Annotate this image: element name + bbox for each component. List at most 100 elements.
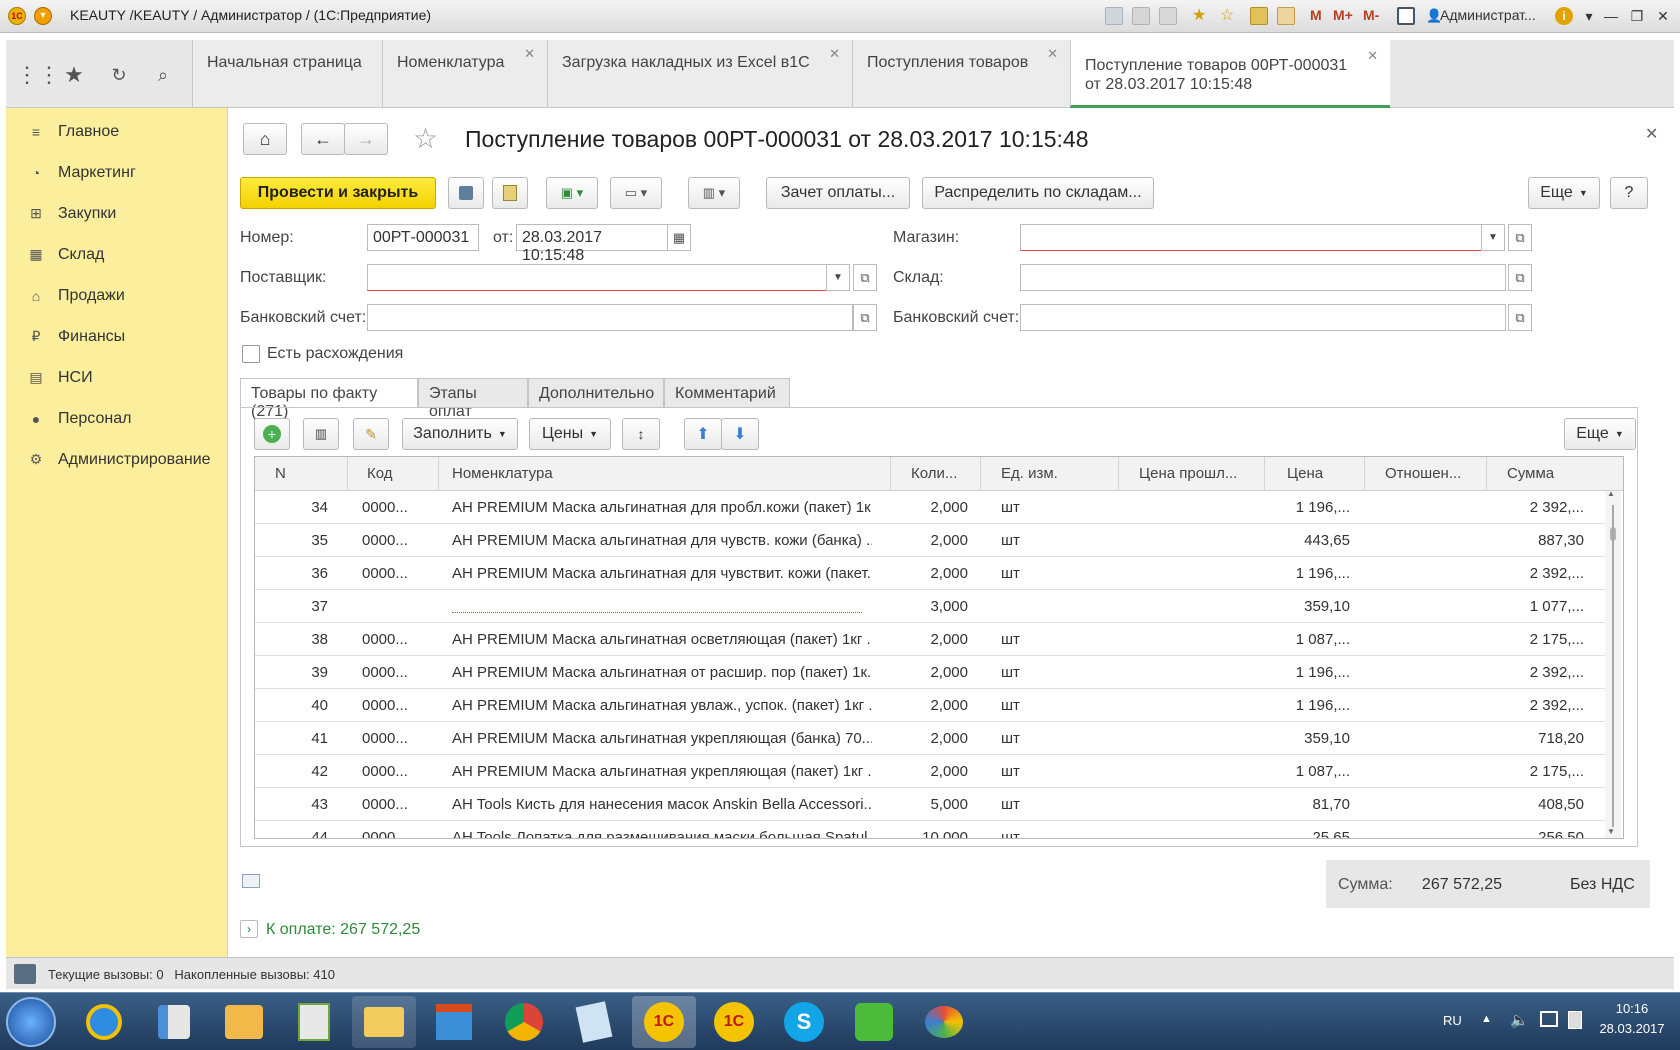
supplier-field[interactable] — [367, 264, 827, 291]
1c-taskbar-icon[interactable]: 1С — [632, 996, 696, 1048]
move-up-button[interactable]: ⬆ — [684, 418, 722, 450]
ie-taskbar-icon[interactable] — [72, 996, 136, 1048]
number-field[interactable]: 00РТ-000031 — [367, 224, 479, 251]
memory-m-icon[interactable]: M — [1310, 7, 1322, 23]
column-header-price[interactable]: Цена — [1265, 457, 1365, 491]
memory-plus-icon[interactable]: M+ — [1333, 7, 1353, 23]
tab-close-icon[interactable]: ✕ — [829, 46, 840, 62]
restore-icon[interactable]: ❐ — [1626, 6, 1648, 26]
tab-goods-receipt-doc[interactable]: Поступление товаров 00РТ-000031 от 28.03… — [1070, 40, 1390, 108]
table-scrollbar[interactable]: ▲ ▼ — [1605, 489, 1621, 838]
media-player-taskbar-icon[interactable] — [142, 996, 206, 1048]
favorites-star-icon[interactable]: ★ — [61, 62, 87, 88]
minimize-icon[interactable]: — — [1600, 6, 1622, 26]
sidebar-item-finance[interactable]: ₽ Финансы — [6, 316, 228, 357]
paint-taskbar-icon[interactable] — [912, 996, 976, 1048]
volume-icon[interactable]: 🔈 — [1510, 1011, 1529, 1029]
tab-additional[interactable]: Дополнительно — [528, 378, 664, 408]
history-icon[interactable]: ↻ — [106, 62, 132, 88]
table-more-button[interactable]: Еще ▼ — [1564, 418, 1636, 450]
home-button[interactable]: ⌂ — [243, 123, 287, 155]
close-form-icon[interactable]: ✕ — [1645, 124, 1658, 144]
skype-taskbar-icon[interactable]: S — [772, 996, 836, 1048]
calendar-picker-icon[interactable]: ▦ — [667, 224, 691, 251]
sidebar-item-purchases[interactable]: ⊞ Закупки — [6, 193, 228, 234]
tab-nomenclature[interactable]: Номенклатура ✕ — [382, 40, 547, 107]
column-header-n[interactable]: N — [255, 457, 348, 491]
panels-icon[interactable] — [1397, 7, 1415, 25]
bank-account-2-open-icon[interactable]: ⧉ — [1508, 304, 1532, 331]
expand-payment-icon[interactable]: › — [240, 920, 258, 938]
print-button[interactable]: ▭ ▾ — [610, 177, 662, 209]
info-icon[interactable]: i — [1555, 7, 1573, 25]
table-row[interactable]: 36 0000... AH PREMIUM Маска альгинатная дл… — [255, 557, 1605, 590]
calculator-icon[interactable] — [1250, 7, 1268, 25]
excel-edit-taskbar-icon[interactable] — [282, 996, 346, 1048]
tab-excel-import[interactable]: Загрузка накладных из Excel в1С ✕ — [547, 40, 852, 107]
fill-button[interactable]: Заполнить ▼ — [402, 418, 518, 450]
favorites-add-icon[interactable]: ★ — [1192, 7, 1210, 25]
scroll-up-icon[interactable]: ▲ — [1607, 489, 1615, 498]
prices-button[interactable]: Цены ▼ — [529, 418, 611, 450]
sidebar-item-warehouse[interactable]: ▦ Склад — [6, 234, 228, 275]
bank-account-open-icon[interactable]: ⧉ — [853, 304, 877, 331]
to-pay-link[interactable]: К оплате: 267 572,25 — [266, 921, 420, 939]
column-header-code[interactable]: Код — [348, 457, 439, 491]
back-button[interactable]: ← — [301, 123, 345, 155]
move-down-button[interactable]: ⬇ — [721, 418, 759, 450]
tab-close-icon[interactable]: ✕ — [524, 46, 535, 62]
connection-monitor-icon[interactable] — [14, 964, 36, 984]
save-button[interactable] — [448, 177, 484, 209]
clock-date[interactable]: 28.03.2017 — [1596, 1021, 1668, 1036]
column-header-nomenclature[interactable]: Номенклатура — [439, 457, 891, 491]
table-row[interactable]: 35 0000... AH PREMIUM Маска альгинатная дл… — [255, 524, 1605, 557]
current-user[interactable]: Администрат... — [1440, 7, 1536, 23]
post-and-close-button[interactable]: Провести и закрыть — [240, 177, 436, 209]
table-row[interactable]: 37 3,000 359,10 1 077,... — [255, 590, 1605, 623]
save-icon[interactable] — [1105, 7, 1123, 25]
table-row[interactable]: 39 0000... AH PREMIUM Маска альгинатная от… — [255, 656, 1605, 689]
search-icon[interactable]: ⌕ — [150, 62, 176, 88]
sidebar-item-personnel[interactable]: ● Персонал — [6, 398, 228, 439]
sidebar-item-main[interactable]: ≡ Главное — [6, 111, 228, 152]
add-row-button[interactable]: + — [254, 418, 290, 450]
tab-goods-receipts[interactable]: Поступления товаров ✕ — [852, 40, 1070, 107]
edit-button[interactable]: ✎ — [353, 418, 389, 450]
favorite-star-icon[interactable]: ☆ — [413, 122, 438, 155]
agent-taskbar-icon[interactable] — [842, 996, 906, 1048]
info-dropdown-icon[interactable]: ▾ — [1578, 6, 1600, 26]
chrome-taskbar-icon[interactable] — [492, 996, 556, 1048]
calendar-icon[interactable] — [1277, 7, 1295, 25]
network-icon[interactable] — [1540, 1011, 1558, 1027]
sidebar-item-marketing[interactable]: ◔ Маркетинг — [6, 152, 228, 193]
table-row[interactable]: 44 0000... AH Tools Лопатка для размешиван… — [255, 821, 1605, 838]
offset-payment-button[interactable]: Зачет оплаты... — [766, 177, 910, 209]
column-header-unit[interactable]: Ед. изм. — [981, 457, 1119, 491]
power-icon[interactable] — [1568, 1011, 1582, 1029]
forward-button[interactable]: → — [344, 123, 388, 155]
explorer-taskbar-icon[interactable] — [352, 996, 416, 1048]
tab-payment-stages[interactable]: Этапы оплат — [418, 378, 528, 420]
supplier-dropdown-icon[interactable]: ▼ — [826, 264, 850, 291]
preview-icon[interactable] — [1159, 7, 1177, 25]
store-open-icon[interactable]: ⧉ — [1508, 224, 1532, 251]
remote-desktop-taskbar-icon[interactable] — [422, 996, 486, 1048]
barcode-button[interactable]: ▥ — [303, 418, 339, 450]
table-row[interactable]: 40 0000... AH PREMIUM Маска альгинатная ув… — [255, 689, 1605, 722]
tab-close-icon[interactable]: ✕ — [1047, 46, 1058, 62]
column-header-quantity[interactable]: Коли... — [891, 457, 981, 491]
favorites-icon[interactable]: ☆ — [1220, 7, 1238, 25]
close-window-icon[interactable]: ✕ — [1652, 6, 1674, 26]
distribute-warehouses-button[interactable]: Распределить по складам... — [922, 177, 1154, 209]
create-based-on-button[interactable]: ▣ ▾ — [546, 177, 598, 209]
store-dropdown-icon[interactable]: ▼ — [1481, 224, 1505, 251]
tray-expand-icon[interactable]: ▲ — [1481, 1013, 1492, 1025]
warehouse-open-icon[interactable]: ⧉ — [1508, 264, 1532, 291]
print-icon[interactable] — [1132, 7, 1150, 25]
table-row[interactable]: 38 0000... AH PREMIUM Маска альгинатная ос… — [255, 623, 1605, 656]
outlook-taskbar-icon[interactable] — [212, 996, 276, 1048]
notepad-taskbar-icon[interactable] — [562, 996, 626, 1048]
memory-minus-icon[interactable]: M- — [1363, 7, 1379, 23]
tab-comment[interactable]: Комментарий — [664, 378, 790, 408]
more-actions-button[interactable]: Еще ▼ — [1528, 177, 1600, 209]
